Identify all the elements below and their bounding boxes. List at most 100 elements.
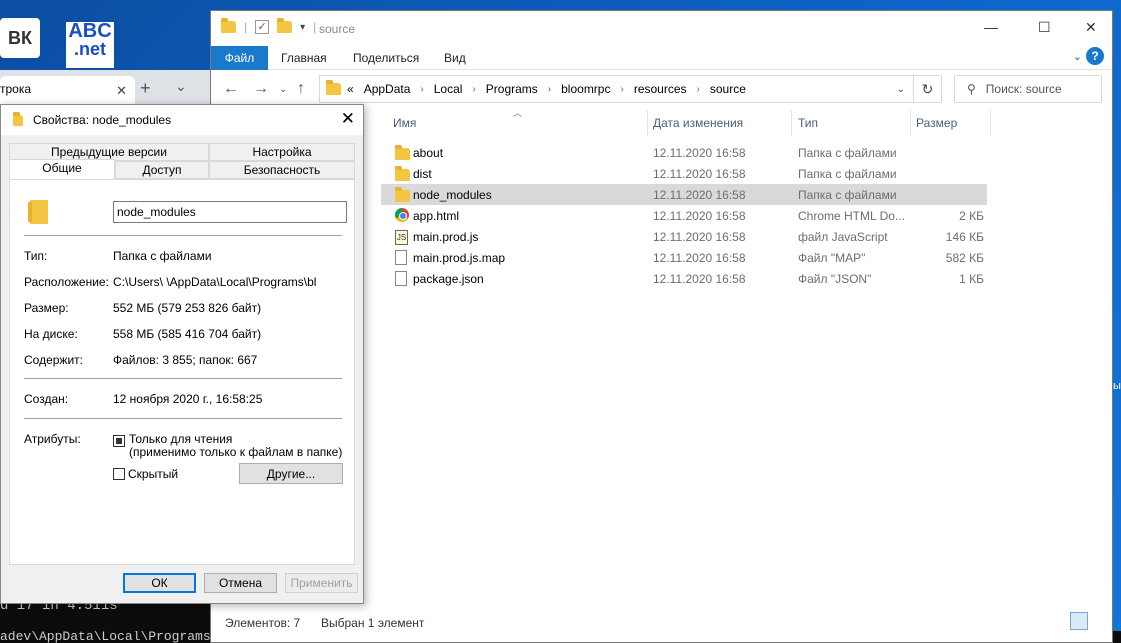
breadcrumb-appdata[interactable]: AppData: [358, 82, 417, 96]
ok-button[interactable]: ОК: [123, 573, 196, 593]
hidden-checkbox[interactable]: [113, 468, 125, 480]
file-name: main.prod.js: [413, 230, 479, 244]
address-dropdown-icon[interactable]: ⌄: [897, 84, 905, 95]
details-view-icon[interactable]: [1070, 612, 1088, 630]
table-row[interactable]: app.html 12.11.2020 16:58 Chrome HTML Do..…: [381, 205, 1101, 226]
file-size: 1 КБ: [959, 272, 984, 286]
forward-arrow-icon[interactable]: →: [253, 80, 269, 98]
table-row[interactable]: about 12.11.2020 16:58 Папка с файлами: [381, 142, 1101, 163]
js-file-icon: JS: [395, 229, 408, 245]
column-divider[interactable]: [791, 110, 792, 136]
breadcrumb-programs[interactable]: Programs: [480, 82, 544, 96]
refresh-icon[interactable]: ↻: [914, 75, 942, 103]
size-value: 552 МБ (579 253 826 байт): [113, 301, 262, 315]
file-date: 12.11.2020 16:58: [653, 146, 746, 160]
table-row[interactable]: node_modules 12.11.2020 16:58 Папка с файл…: [381, 184, 987, 205]
file-size: 582 КБ: [945, 251, 984, 265]
table-row[interactable]: JS main.prod.js 12.11.2020 16:58 файл JavaS…: [381, 226, 1101, 247]
column-headers: ︿ Имя Дата изменения Тип Размер: [381, 108, 1101, 136]
column-divider[interactable]: [647, 110, 648, 136]
browser-tab[interactable]: трока ✕: [0, 76, 135, 106]
close-icon[interactable]: ✕: [1085, 19, 1097, 36]
search-icon: ⚲: [967, 82, 976, 96]
folder-icon: [28, 200, 48, 224]
tab-file[interactable]: Файл: [211, 46, 268, 70]
readonly-checkbox[interactable]: [113, 435, 125, 447]
folder-name-input[interactable]: [113, 201, 347, 223]
table-row[interactable]: main.prod.js.map 12.11.2020 16:58 Файл "MA…: [381, 247, 1101, 268]
new-tab-icon[interactable]: +: [140, 78, 151, 99]
tab-home[interactable]: Главная: [281, 46, 327, 70]
readonly-note: (применимо только к файлам в папке): [129, 445, 343, 459]
disk-size-value: 558 МБ (585 416 704 байт): [113, 327, 262, 341]
search-box[interactable]: ⚲ Поиск: source: [954, 75, 1102, 103]
file-size: 2 КБ: [959, 209, 984, 223]
address-overflow[interactable]: «: [347, 82, 358, 96]
breadcrumb-bloomrpc[interactable]: bloomrpc: [555, 82, 616, 96]
contains-label: Содержит:: [24, 353, 83, 367]
tab-general[interactable]: Общие: [9, 159, 115, 179]
status-bar: Элементов: 7 Выбран 1 элемент: [211, 611, 1112, 633]
disk-size-label: На диске:: [24, 327, 78, 341]
chevron-right-icon[interactable]: ›: [544, 84, 555, 95]
large-icons-view-icon[interactable]: [1090, 612, 1108, 630]
vk-app-icon[interactable]: ВК: [0, 18, 40, 58]
window-title: source: [319, 22, 356, 36]
browser-tabstrip: трока ✕ + ⌄: [0, 70, 210, 106]
chevron-right-icon[interactable]: ›: [416, 84, 427, 95]
table-row[interactable]: dist 12.11.2020 16:58 Папка с файлами: [381, 163, 1101, 184]
column-size[interactable]: Размер: [916, 116, 957, 130]
column-divider[interactable]: [990, 110, 991, 136]
tab-view[interactable]: Вид: [444, 46, 466, 70]
divider: [24, 418, 342, 419]
customize-toolbar-icon[interactable]: ▾: [300, 22, 305, 33]
tab-security[interactable]: Безопасность: [209, 161, 355, 179]
folder-icon: [395, 166, 410, 184]
column-type[interactable]: Тип: [798, 116, 818, 130]
search-placeholder: Поиск: source: [985, 82, 1062, 96]
up-arrow-icon[interactable]: ↑: [297, 80, 305, 98]
tab-access[interactable]: Доступ: [115, 161, 209, 179]
close-icon[interactable]: ✕: [341, 109, 355, 129]
chevron-right-icon[interactable]: ›: [468, 84, 479, 95]
cancel-button[interactable]: Отмена: [204, 573, 277, 593]
apply-button[interactable]: Применить: [285, 573, 358, 593]
column-date[interactable]: Дата изменения: [653, 116, 743, 130]
vk-label: ВК: [8, 27, 32, 48]
breadcrumb-resources[interactable]: resources: [628, 82, 693, 96]
breadcrumb-source[interactable]: source: [704, 82, 752, 96]
tab-settings[interactable]: Настройка: [209, 143, 355, 161]
chevron-down-icon[interactable]: ⌄: [1073, 50, 1082, 63]
column-divider[interactable]: [910, 110, 911, 136]
breadcrumb-local[interactable]: Local: [428, 82, 469, 96]
abcnet-app-icon[interactable]: ABC .net: [66, 21, 114, 68]
chevron-down-icon[interactable]: ⌄: [175, 78, 187, 95]
address-bar[interactable]: « AppData › Local › Programs › bloomrpc › re…: [319, 75, 914, 103]
advanced-attributes-button[interactable]: Другие...: [239, 463, 343, 484]
dialog-tabs: Предыдущие версии Настройка Общие Доступ…: [9, 143, 355, 181]
recent-locations-icon[interactable]: ⌄: [279, 84, 287, 95]
file-type: Папка с файлами: [798, 146, 897, 160]
file-type: Папка с файлами: [798, 188, 897, 202]
new-folder-icon[interactable]: [277, 18, 293, 33]
file-date: 12.11.2020 16:58: [653, 272, 746, 286]
file-name: about: [413, 146, 444, 160]
size-label: Размер:: [24, 301, 69, 315]
dialog-title: Свойства: node_modules: [33, 113, 172, 127]
created-label: Создан:: [24, 392, 69, 406]
back-arrow-icon[interactable]: ←: [223, 80, 239, 98]
separator: |: [244, 20, 248, 34]
table-row[interactable]: package.json 12.11.2020 16:58 Файл "JSON" 1…: [381, 268, 1101, 289]
chevron-right-icon[interactable]: ›: [616, 84, 627, 95]
close-icon[interactable]: ✕: [116, 83, 127, 99]
minimize-icon[interactable]: —: [984, 19, 998, 35]
help-icon[interactable]: ?: [1086, 47, 1104, 65]
maximize-icon[interactable]: ☐: [1038, 19, 1051, 36]
column-name[interactable]: Имя: [393, 116, 416, 130]
title-bar: | ✓ ▾ | source — ☐ ✕: [211, 11, 1112, 44]
chevron-right-icon[interactable]: ›: [693, 84, 704, 95]
item-count: Элементов: 7: [225, 616, 301, 630]
properties-icon[interactable]: ✓: [255, 20, 270, 34]
tab-share[interactable]: Поделиться: [353, 46, 419, 70]
file-type: Папка с файлами: [798, 167, 897, 181]
